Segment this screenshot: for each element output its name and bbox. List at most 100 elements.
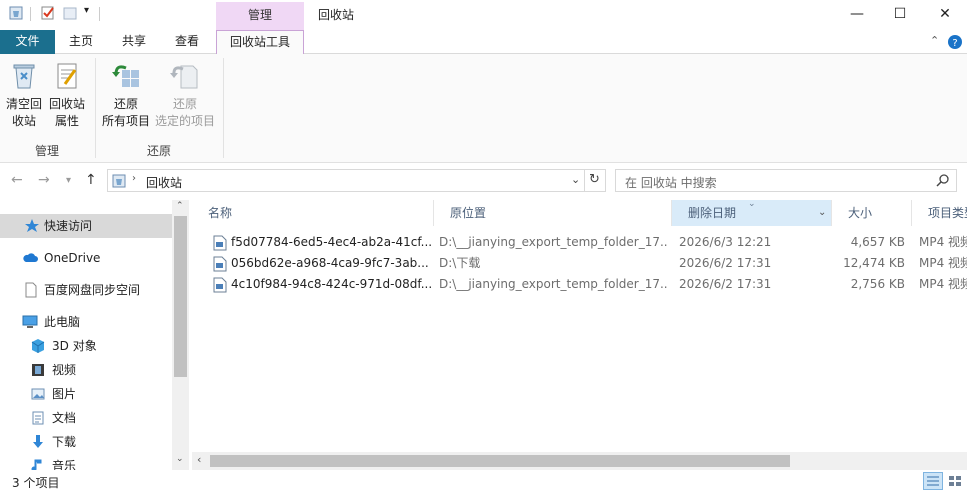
search-placeholder: 在 回收站 中搜索 (625, 176, 717, 190)
file-list-horizontal-scrollbar[interactable]: ‹ (192, 452, 967, 470)
cube-icon (31, 339, 45, 353)
video-file-icon (213, 277, 227, 293)
recycle-bin-icon (112, 174, 126, 188)
chevron-down-icon[interactable]: ▾ (84, 5, 89, 16)
table-row[interactable]: 056bd62e-a968-4ca9-9fc7-3ab... D:\下载 202… (192, 253, 967, 274)
help-icon[interactable]: ? (947, 34, 963, 50)
recent-locations-chevron-icon[interactable]: ▾ (66, 175, 71, 186)
tab-share[interactable]: 共享 (113, 30, 155, 54)
file-name: 4c10f984-94c8-424c-971d-08df... (231, 277, 431, 291)
nav-pictures[interactable]: 图片 (0, 382, 172, 406)
nav-videos[interactable]: 视频 (0, 358, 172, 382)
file-size: 4,657 KB (850, 235, 905, 249)
address-toolbar: ← → ▾ ↑ › 回收站 ⌄ ↻ 在 回收站 中搜索 (0, 164, 967, 198)
file-size: 12,474 KB (843, 256, 905, 270)
nav-this-pc[interactable]: 此电脑 (0, 310, 172, 334)
restore-all-icon (112, 65, 139, 87)
column-header-original-location[interactable]: 原位置 (434, 200, 672, 226)
search-icon[interactable] (936, 174, 949, 187)
status-bar: 3 个项目 (0, 470, 967, 492)
computer-icon (22, 315, 38, 328)
column-header-name[interactable]: 名称 (192, 200, 434, 226)
empty-recycle-bin-label-1: 清空回 (5, 97, 42, 111)
file-type: MP4 视频 (919, 277, 967, 291)
documents-icon (32, 411, 44, 425)
group-separator (223, 58, 224, 158)
table-row[interactable]: 4c10f984-94c8-424c-971d-08df... D:\__jia… (192, 274, 967, 295)
scrollbar-thumb[interactable] (210, 455, 790, 467)
details-view-button[interactable] (923, 472, 943, 490)
properties-icon[interactable] (40, 5, 56, 21)
up-arrow-icon[interactable]: ↑ (85, 172, 97, 188)
recycle-bin-icon (9, 6, 23, 20)
ribbon-tabs: 文件 主页 共享 查看 回收站工具 ⌃ ? (0, 30, 967, 55)
picture-icon (31, 388, 45, 400)
file-name: 056bd62e-a968-4ca9-9fc7-3ab... (231, 256, 429, 270)
back-arrow-icon[interactable]: ← (11, 172, 23, 188)
nav-onedrive-label: OneDrive (44, 251, 101, 265)
refresh-icon[interactable]: ↻ (589, 172, 600, 187)
nav-3d-objects[interactable]: 3D 对象 (0, 334, 172, 358)
recycle-bin-properties-label-2: 属性 (54, 114, 79, 128)
file-original-location: D:\下载 (439, 256, 481, 270)
nav-music[interactable]: 音乐 (0, 454, 172, 470)
new-folder-icon[interactable] (62, 5, 78, 21)
document-icon (25, 282, 37, 298)
table-row[interactable]: f5d07784-6ed5-4ec4-ab2a-41cf... D:\__jia… (192, 232, 967, 253)
group-separator (95, 58, 96, 158)
file-original-location: D:\__jianying_export_temp_folder_17... (439, 277, 667, 291)
column-filter-chevron-icon[interactable]: ⌄ (818, 200, 826, 226)
tab-recycle-bin-tools[interactable]: 回收站工具 (216, 30, 304, 55)
column-header-size[interactable]: 大小 (832, 200, 912, 226)
maximize-button[interactable]: ☐ (877, 0, 923, 28)
file-date-deleted: 2026/6/2 17:31 (679, 256, 772, 270)
tab-view[interactable]: 查看 (166, 30, 208, 54)
scroll-left-icon[interactable]: ‹ (197, 453, 201, 466)
file-date-deleted: 2026/6/3 12:21 (679, 235, 772, 249)
forward-arrow-icon[interactable]: → (38, 172, 50, 188)
collapse-ribbon-icon[interactable]: ⌃ (930, 34, 939, 47)
close-button[interactable]: ✕ (922, 0, 967, 28)
nav-quick-access[interactable]: 快速访问 (0, 214, 172, 238)
empty-recycle-bin-button[interactable]: 清空回 收站 (4, 60, 44, 130)
column-header-date-deleted[interactable]: 删除日期 ⌄ ⌄ (672, 200, 832, 226)
tab-file[interactable]: 文件 (0, 30, 55, 54)
nav-this-pc-label: 此电脑 (44, 315, 81, 329)
address-dropdown-icon[interactable]: ⌄ (571, 173, 580, 186)
minimize-button[interactable]: — (834, 0, 880, 28)
restore-selected-button[interactable]: 还原 选定的项目 (153, 60, 217, 130)
item-count: 3 个项目 (12, 476, 60, 490)
nav-baidu-sync[interactable]: 百度网盘同步空间 (0, 278, 172, 302)
tab-home[interactable]: 主页 (60, 30, 102, 54)
breadcrumb-chevron-icon[interactable]: › (132, 173, 136, 184)
address-bar[interactable]: › 回收站 ⌄ ↻ (107, 169, 606, 192)
navigation-pane-scrollbar[interactable]: ⌃ ⌄ (172, 200, 189, 470)
nav-3d-objects-label: 3D 对象 (52, 339, 97, 353)
divider (30, 7, 31, 21)
search-box[interactable]: 在 回收站 中搜索 (615, 169, 957, 192)
file-date-deleted: 2026/6/2 17:31 (679, 277, 772, 291)
restore-all-button[interactable]: 还原 所有项目 (100, 60, 152, 130)
column-header-item-type[interactable]: 项目类型 (912, 200, 967, 226)
group-label-restore: 还原 (146, 144, 171, 158)
sort-descending-icon: ⌄ (748, 200, 756, 209)
scroll-down-icon[interactable]: ⌄ (176, 454, 184, 464)
file-list: 名称 原位置 删除日期 ⌄ ⌄ 大小 项目类型 f5d07784-6ed5-4e… (192, 200, 967, 470)
divider (99, 7, 100, 21)
divider (584, 170, 585, 191)
nav-documents[interactable]: 文档 (0, 406, 172, 430)
scroll-up-icon[interactable]: ⌃ (176, 201, 184, 211)
nav-quick-access-label: 快速访问 (44, 219, 93, 233)
nav-onedrive[interactable]: OneDrive (0, 246, 172, 270)
navigation-pane: 快速访问 OneDrive 百度网盘同步空间 此电脑 3D 对象 视频 图片 文… (0, 200, 190, 470)
breadcrumb-recycle-bin[interactable]: 回收站 (146, 174, 182, 191)
restore-selected-icon (170, 65, 198, 89)
film-icon (32, 364, 44, 376)
nav-downloads[interactable]: 下载 (0, 430, 172, 454)
details-view-icon (927, 476, 939, 486)
title-bar: ▾ 管理 回收站 — ☐ ✕ (0, 0, 967, 30)
recycle-bin-properties-button[interactable]: 回收站 属性 (47, 60, 87, 130)
empty-recycle-bin-label-2: 收站 (11, 114, 36, 128)
scrollbar-thumb[interactable] (174, 216, 187, 377)
large-icons-view-button[interactable] (945, 472, 965, 490)
